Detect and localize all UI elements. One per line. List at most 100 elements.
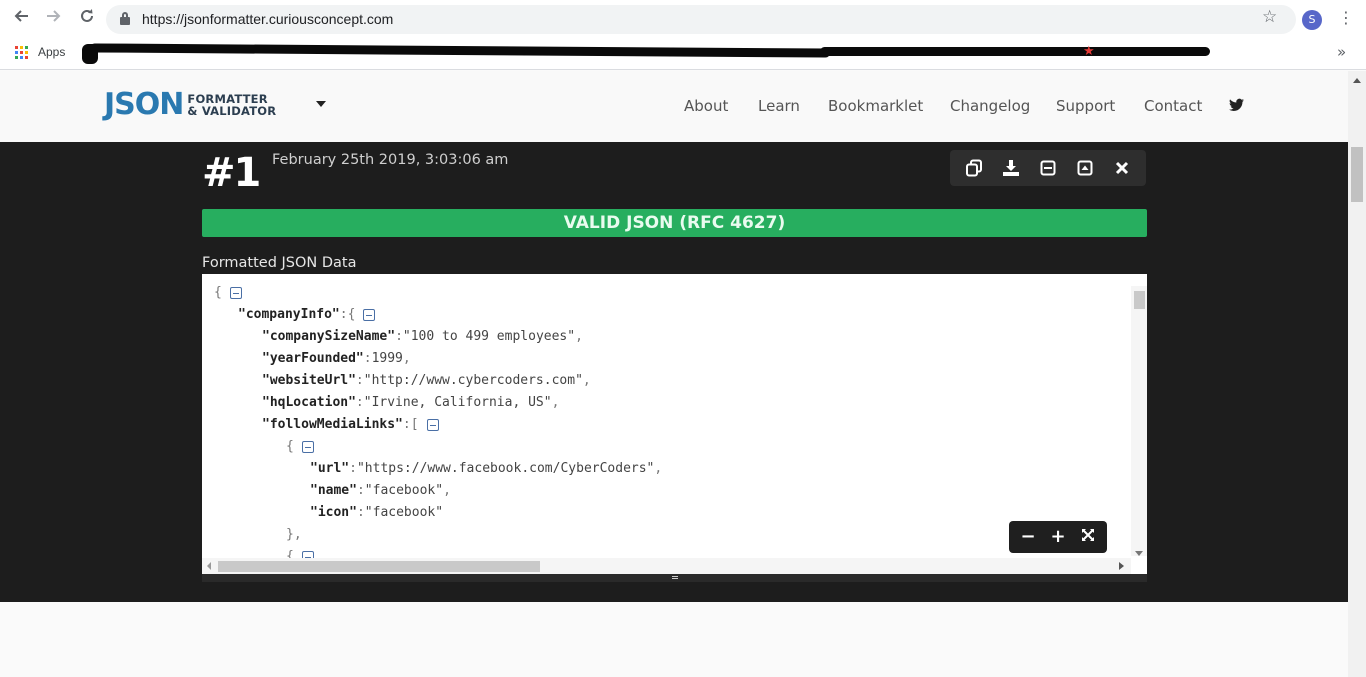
bookmark-star-icon[interactable]: ☆ <box>1262 7 1277 27</box>
code-line: "yearFounded":1999, <box>214 348 662 370</box>
code-line: "hqLocation": "Irvine, California, US", <box>214 392 662 414</box>
json-key: "followMediaLinks" <box>262 417 403 432</box>
json-punctuation: :[ <box>402 417 419 432</box>
copy-icon <box>966 159 983 177</box>
code-line: "icon": "facebook" <box>214 502 662 524</box>
json-key: "companySizeName" <box>262 329 396 344</box>
expand-all-button[interactable] <box>1072 155 1098 181</box>
zoom-out-button[interactable]: − <box>1016 525 1040 549</box>
json-value: "facebook" <box>364 505 444 520</box>
json-punctuation: , <box>443 483 451 498</box>
json-punctuation: { <box>286 439 294 454</box>
bookmark-favicon-star: ★ <box>1083 44 1095 59</box>
apps-bookmark[interactable]: Apps <box>38 45 65 59</box>
json-code: { "companyInfo": { "companySizeName": "100 t… <box>214 282 662 568</box>
collapse-icon <box>1040 160 1056 176</box>
fullscreen-icon <box>1082 529 1094 541</box>
json-value: "https://www.facebook.com/CyberCoders" <box>356 461 655 476</box>
json-punctuation: : <box>395 329 403 344</box>
nav-support[interactable]: Support <box>1056 97 1115 115</box>
collapse-node-icon[interactable] <box>301 441 314 453</box>
download-button[interactable] <box>998 155 1024 181</box>
code-line: { <box>214 436 662 458</box>
json-punctuation: , <box>551 395 560 410</box>
result-timestamp: February 25th 2019, 3:03:06 am <box>272 152 509 168</box>
apps-grid-icon[interactable] <box>15 46 28 59</box>
browser-menu-icon[interactable]: ⋮ <box>1338 8 1354 27</box>
url-text[interactable]: https://jsonformatter.curiousconcept.com <box>142 11 393 27</box>
code-line: "companySizeName": "100 to 499 employees"… <box>214 326 662 348</box>
profile-avatar[interactable]: S <box>1302 10 1322 30</box>
site-header: JSON FORMATTER & VALIDATOR About Learn B… <box>0 71 1348 142</box>
grip-icon <box>672 576 678 579</box>
result-toolbar <box>950 150 1146 186</box>
scrollbar-thumb[interactable] <box>1134 291 1145 309</box>
json-editor[interactable]: { "companyInfo": { "companySizeName": "100 t… <box>202 274 1147 574</box>
code-line: "followMediaLinks":[ <box>214 414 662 436</box>
scrollbar-thumb[interactable] <box>218 561 540 572</box>
redaction <box>820 47 1210 56</box>
json-punctuation: , <box>654 461 663 476</box>
editor-vertical-scrollbar[interactable] <box>1131 286 1147 556</box>
twitter-icon[interactable] <box>1229 98 1244 112</box>
collapse-node-icon[interactable] <box>426 419 439 431</box>
zoom-in-button[interactable]: + <box>1046 525 1070 549</box>
scroll-left-arrow[interactable] <box>207 562 211 570</box>
json-key: "websiteUrl" <box>262 373 356 388</box>
code-line: "websiteUrl": "http://www.cybercoders.com… <box>214 370 662 392</box>
arrow-right-icon <box>47 10 61 22</box>
logo-subtitle: FORMATTER & VALIDATOR <box>187 93 276 117</box>
json-punctuation: : <box>355 395 364 410</box>
copy-button[interactable] <box>961 155 987 181</box>
nav-changelog[interactable]: Changelog <box>950 97 1030 115</box>
json-value: "Irvine, California, US" <box>363 395 552 410</box>
nav-about[interactable]: About <box>684 97 728 115</box>
json-punctuation: : <box>356 483 365 498</box>
code-line: }, <box>214 524 662 546</box>
code-line: "url": "https://www.facebook.com/CyberCod… <box>214 458 662 480</box>
json-key: "url" <box>310 461 350 476</box>
collapse-node-icon[interactable] <box>363 309 376 321</box>
json-value: 1999 <box>371 351 403 366</box>
json-punctuation: { <box>214 285 222 300</box>
fullscreen-button[interactable] <box>1076 525 1100 549</box>
collapse-all-button[interactable] <box>1035 155 1061 181</box>
scrollbar-thumb[interactable] <box>1351 147 1363 202</box>
nav-bookmarklet[interactable]: Bookmarklet <box>828 97 923 115</box>
scroll-up-arrow[interactable] <box>1353 78 1361 83</box>
scroll-down-arrow[interactable] <box>1135 551 1143 556</box>
nav-learn[interactable]: Learn <box>758 97 800 115</box>
bookmarks-bar: Apps ★ » <box>0 38 1366 70</box>
reload-button[interactable] <box>76 8 98 30</box>
json-punctuation: , <box>582 373 591 388</box>
site-logo[interactable]: JSON FORMATTER & VALIDATOR <box>104 89 276 121</box>
logo-json-text: JSON <box>104 87 184 122</box>
editor-zoom-controls: − + <box>1009 521 1107 553</box>
json-punctuation: : <box>355 373 364 388</box>
json-key: "hqLocation" <box>262 395 356 410</box>
caret-down-icon[interactable] <box>316 101 326 107</box>
close-result-button[interactable] <box>1109 155 1135 181</box>
validation-status-banner: VALID JSON (RFC 4627) <box>202 209 1147 237</box>
browser-toolbar: https://jsonformatter.curiousconcept.com… <box>0 0 1366 38</box>
code-line: "name": "facebook", <box>214 480 662 502</box>
scroll-right-arrow[interactable] <box>1119 562 1124 570</box>
nav-contact[interactable]: Contact <box>1144 97 1202 115</box>
json-punctuation: }, <box>286 527 302 542</box>
back-button[interactable] <box>10 8 32 30</box>
json-value: "http://www.cybercoders.com" <box>363 373 583 388</box>
collapse-node-icon[interactable] <box>229 287 242 299</box>
arrow-left-icon <box>14 10 28 22</box>
json-punctuation: , <box>575 329 583 344</box>
expand-icon <box>1077 160 1093 176</box>
bookmarks-overflow-button[interactable]: » <box>1337 43 1346 61</box>
json-punctuation: : <box>349 461 357 476</box>
json-punctuation: , <box>402 351 411 366</box>
reload-icon <box>81 9 93 22</box>
editor-horizontal-scrollbar[interactable] <box>202 558 1131 574</box>
json-key: "companyInfo" <box>238 307 340 322</box>
editor-resize-handle[interactable] <box>202 574 1147 582</box>
forward-button[interactable] <box>43 8 65 30</box>
page-scrollbar[interactable] <box>1348 71 1366 677</box>
address-bar[interactable]: https://jsonformatter.curiousconcept.com <box>106 5 1296 34</box>
